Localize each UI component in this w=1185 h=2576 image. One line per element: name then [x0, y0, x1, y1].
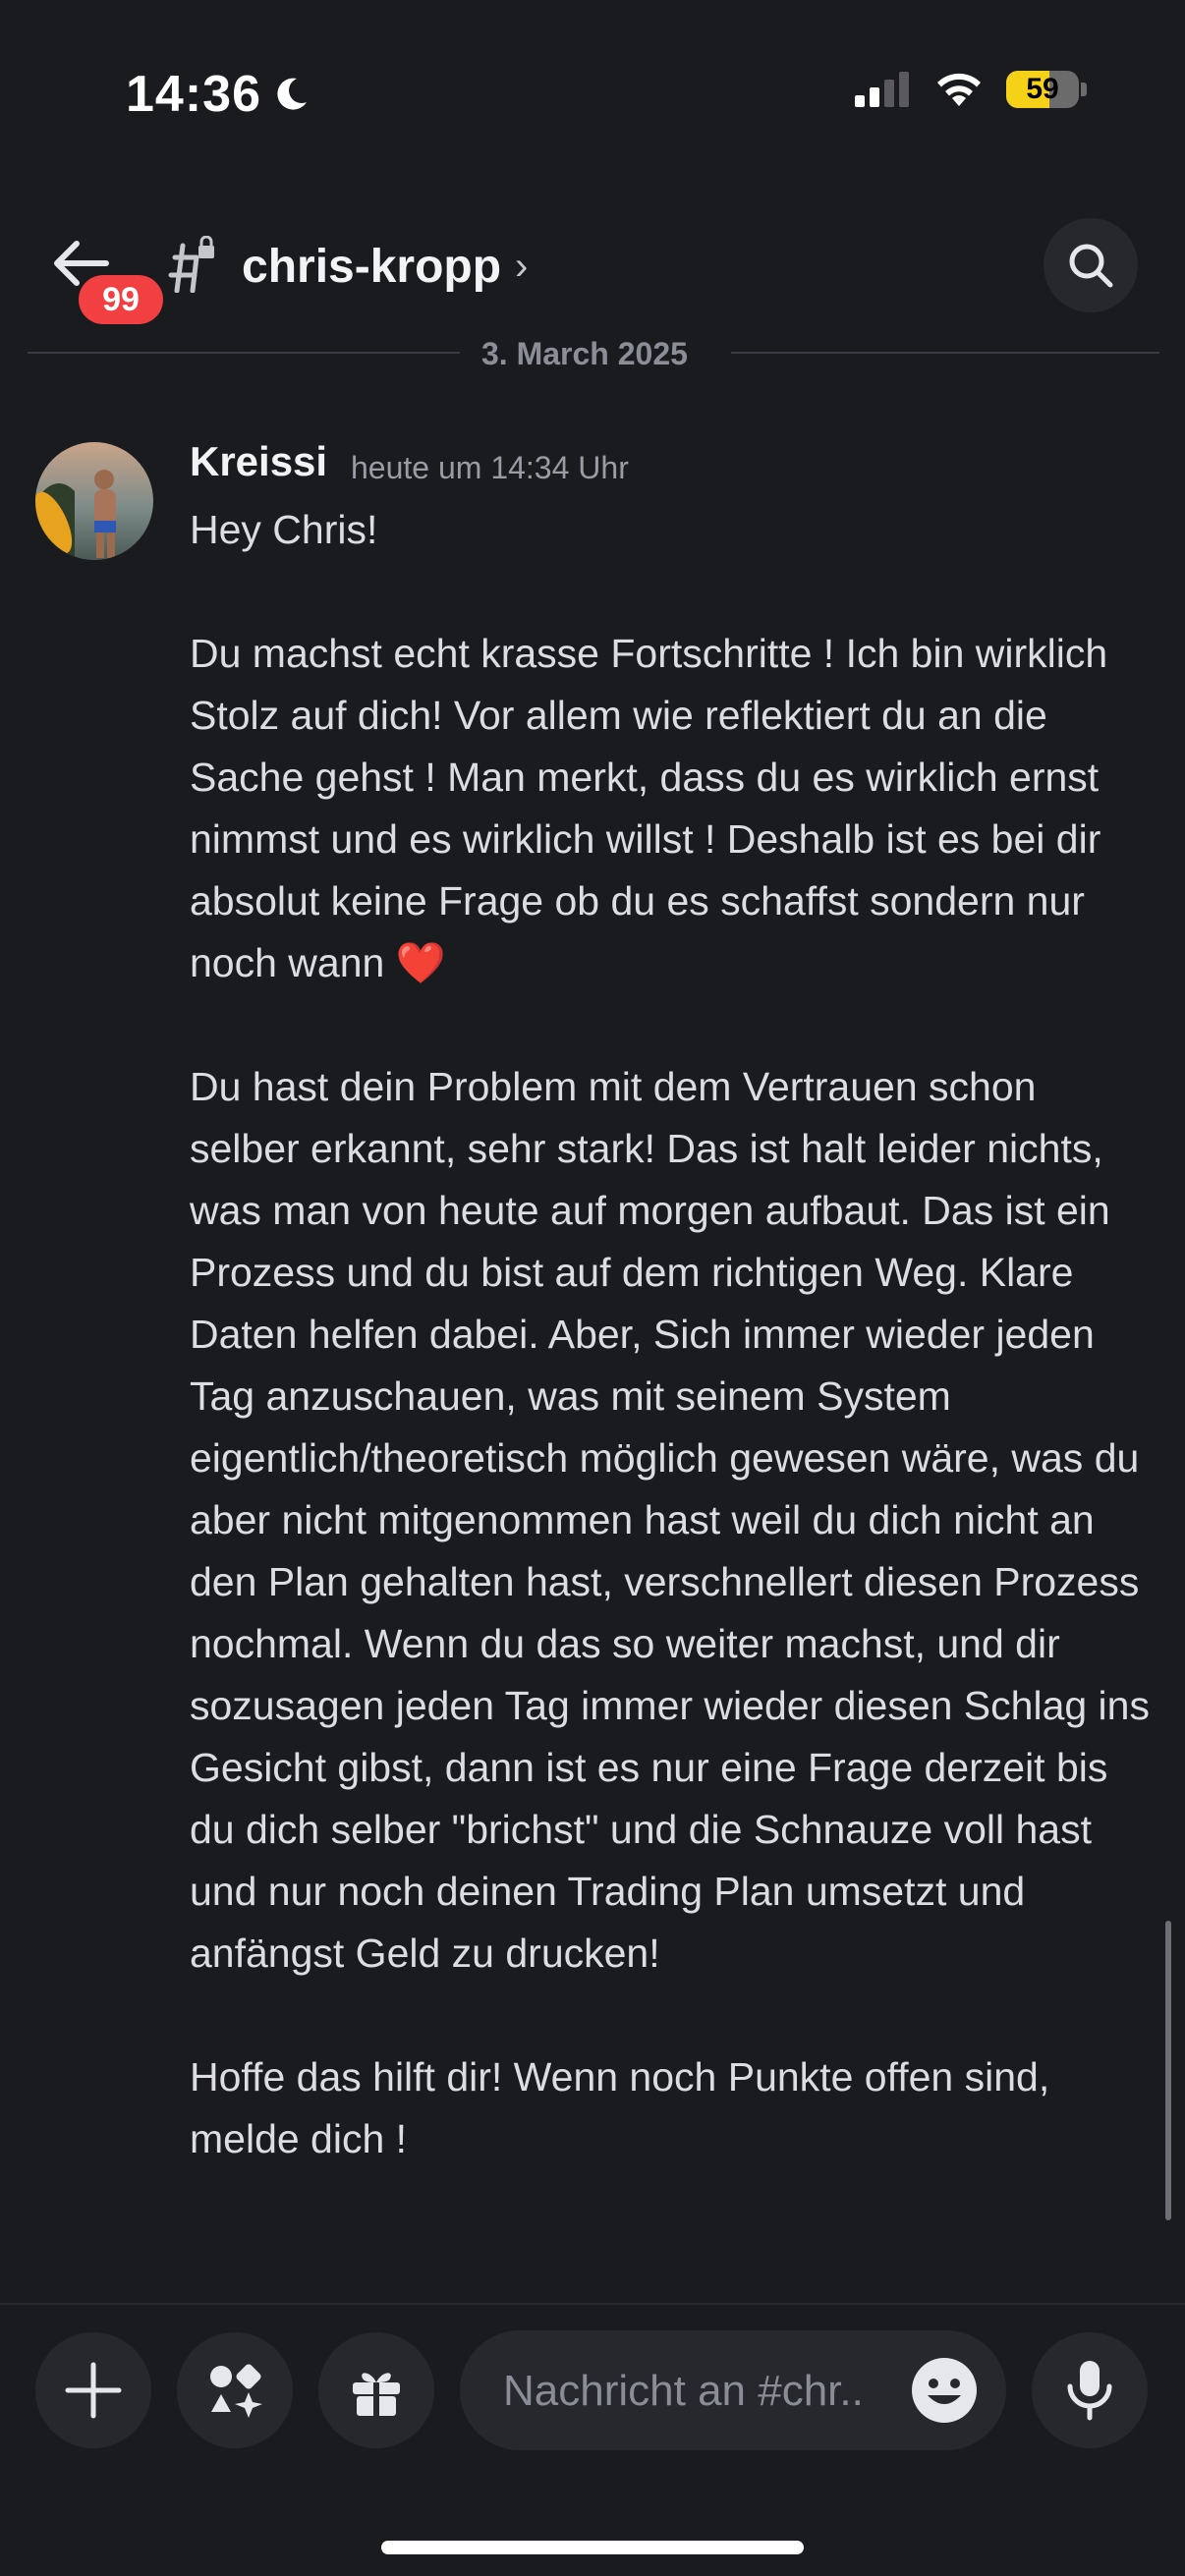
status-icons: 59 [855, 71, 1087, 108]
date-divider-line-left [28, 352, 460, 354]
date-divider: 3. March 2025 [481, 336, 688, 371]
message-input[interactable] [501, 2330, 898, 2452]
plus-icon [65, 2362, 122, 2419]
status-time-text: 14:36 [126, 66, 261, 123]
heart-emoji: ❤️ [395, 940, 446, 985]
message-content: Hey Chris! Du machst echt krasse Fortsch… [190, 499, 1153, 2170]
apps-icon [210, 2364, 262, 2418]
composer-divider [0, 2303, 1185, 2305]
wifi-icon [937, 73, 981, 106]
battery-icon: 59 [1006, 71, 1079, 108]
status-time: 14:36 [126, 65, 310, 124]
message-paragraph: Hoffe das hilft dir! Wenn noch Punkte of… [190, 2054, 1050, 2161]
message-composer[interactable] [460, 2330, 1006, 2452]
microphone-icon [1067, 2361, 1112, 2421]
scrollbar[interactable] [1165, 1921, 1171, 2220]
moon-icon [277, 78, 307, 110]
message-paragraph: Du machst echt krasse Fortschritte ! Ich… [190, 623, 1153, 994]
avatar[interactable] [35, 442, 153, 560]
message-paragraph: Hey Chris! [190, 507, 378, 552]
message-timestamp: heute um 14:34 Uhr [351, 450, 629, 485]
home-indicator[interactable] [381, 2541, 804, 2554]
search-button[interactable] [1044, 218, 1138, 312]
signal-icon [855, 72, 909, 107]
channel-name: chris-kropp [242, 241, 502, 293]
locked-channel-icon [168, 236, 214, 293]
date-divider-line-right [731, 352, 1159, 354]
message-paragraph: Du hast dein Problem mit dem Vertrauen s… [190, 1064, 1150, 1976]
gift-button[interactable] [318, 2332, 434, 2448]
gift-icon [353, 2373, 400, 2416]
message-author[interactable]: Kreissi [190, 438, 327, 485]
battery-level: 59 [1026, 73, 1059, 105]
channel-title[interactable]: chris-kropp › [242, 240, 528, 294]
apps-button[interactable] [177, 2332, 293, 2448]
unread-badge: 99 [79, 275, 163, 324]
voice-message-button[interactable] [1032, 2332, 1148, 2448]
emoji-icon[interactable] [910, 2356, 979, 2425]
search-icon [1069, 244, 1113, 288]
message-paragraph-text: Du machst echt krasse Fortschritte ! Ich… [190, 631, 1108, 985]
add-attachment-button[interactable] [35, 2332, 151, 2448]
chevron-right-icon: › [515, 245, 529, 288]
